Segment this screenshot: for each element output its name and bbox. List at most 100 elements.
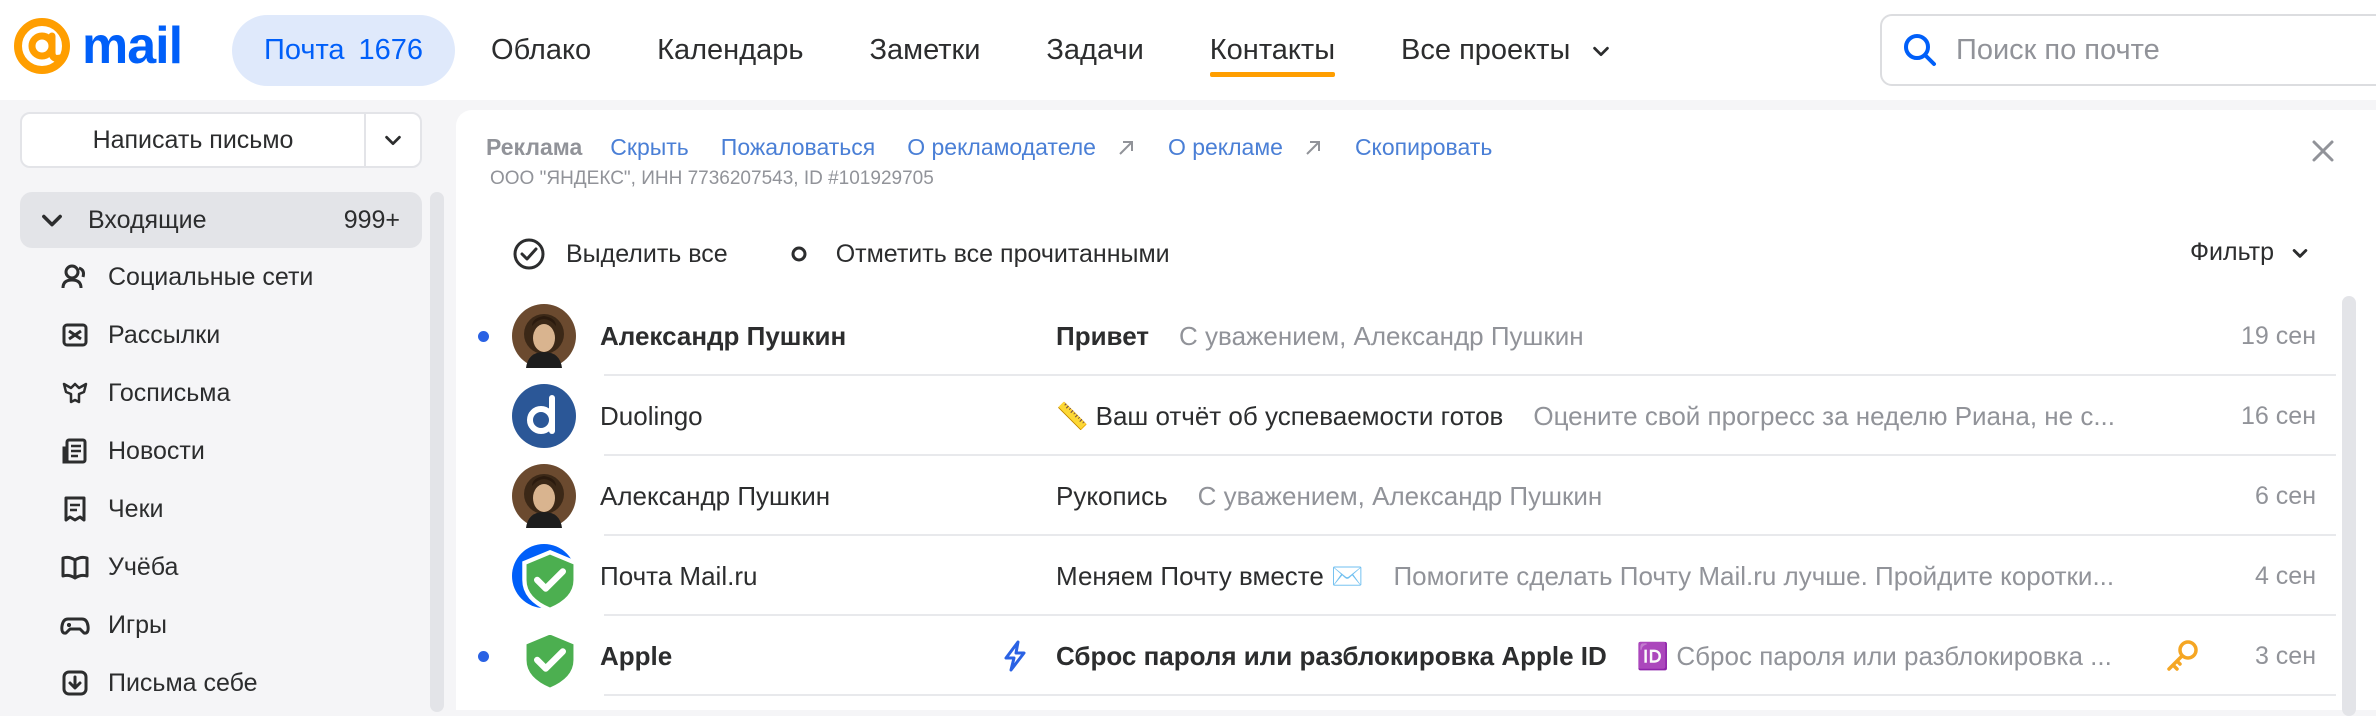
sender-name: Apple bbox=[600, 640, 673, 671]
sender-name: Почта Mail.ru bbox=[600, 560, 758, 591]
unread-indicator[interactable] bbox=[478, 330, 489, 342]
verified-shield-icon bbox=[522, 629, 578, 692]
folder-news[interactable]: Новости bbox=[20, 422, 422, 480]
select-all-label: Выделить все bbox=[566, 239, 728, 268]
pushkin-portrait-icon bbox=[512, 304, 576, 368]
ad-about-advertiser-link[interactable]: О рекламодателе bbox=[907, 134, 1136, 161]
top-header: mail Почта 1676 Облако Календарь Заметки … bbox=[0, 0, 2376, 100]
message-row[interactable]: Duolingo 📏 Ваш отчёт об успеваемости гот… bbox=[456, 376, 2336, 456]
chevron-down-icon bbox=[385, 135, 401, 146]
external-arrow-icon bbox=[1119, 140, 1133, 155]
message-row[interactable]: Александр Пушкин Рукопись С уважением, А… bbox=[456, 456, 2336, 536]
top-nav: Почта 1676 Облако Календарь Заметки Задач… bbox=[232, 14, 1678, 86]
folder-label: Чеки bbox=[108, 494, 164, 523]
folder-label: Новости bbox=[108, 436, 205, 465]
ad-about-advertiser-label: О рекламодателе bbox=[907, 134, 1096, 160]
folder-games[interactable]: Игры bbox=[20, 596, 422, 654]
message-snippet: 🆔 Сброс пароля или разблокировка ... bbox=[1636, 640, 2112, 671]
gamepad-icon bbox=[60, 617, 90, 635]
message-snippet: С уважением, Александр Пушкин bbox=[1197, 480, 1603, 511]
folder-self[interactable]: Письма себе bbox=[20, 654, 422, 712]
nav-calendar[interactable]: Календарь bbox=[657, 34, 803, 67]
list-toolbar: Выделить все Отметить все прочитанными bbox=[512, 234, 1224, 274]
sidebar-scrollbar[interactable] bbox=[430, 192, 444, 712]
filter-label: Фильтр bbox=[2190, 238, 2274, 266]
key-icon bbox=[2167, 640, 2198, 671]
message-preview: Рукопись С уважением, Александр Пушкин bbox=[1056, 481, 2176, 512]
newsletter-icon bbox=[62, 323, 88, 347]
filter-button[interactable]: Фильтр bbox=[2190, 238, 2310, 267]
close-icon[interactable] bbox=[2310, 138, 2336, 164]
pushkin-portrait-icon bbox=[512, 464, 576, 528]
nav-all-projects[interactable]: Все проекты bbox=[1401, 34, 1612, 67]
download-box-icon bbox=[62, 670, 88, 696]
eagle-icon bbox=[62, 382, 88, 404]
folder-social[interactable]: Социальные сети bbox=[20, 248, 422, 306]
message-date: 16 сен bbox=[2241, 401, 2316, 430]
compose-dropdown-button[interactable] bbox=[364, 114, 420, 166]
receipt-icon bbox=[64, 496, 86, 522]
unread-indicator[interactable] bbox=[478, 650, 489, 662]
chevron-down-icon bbox=[2292, 248, 2308, 258]
compose-button[interactable]: Написать письмо bbox=[22, 114, 364, 166]
ad-complain-link[interactable]: Пожаловаться bbox=[721, 134, 875, 161]
ad-bar: Реклама Скрыть Пожаловаться О рекламодат… bbox=[486, 134, 1524, 161]
folder-label: Письма себе bbox=[108, 668, 258, 697]
logo-text: mail bbox=[82, 17, 183, 75]
folder-education[interactable]: Учёба bbox=[20, 538, 422, 596]
search-input[interactable] bbox=[1956, 33, 2356, 67]
message-date: 4 сен bbox=[2254, 561, 2316, 590]
message-row[interactable]: Александр Пушкин Привет С уважением, Але… bbox=[456, 296, 2336, 376]
nav-mail-label: Почта bbox=[264, 33, 345, 66]
list-scrollbar[interactable] bbox=[2342, 296, 2356, 716]
sender-name: Александр Пушкин bbox=[600, 480, 831, 511]
message-snippet: Помогите сделать Почту Mail.ru лучше. Пр… bbox=[1393, 560, 2115, 591]
read-dot-icon bbox=[791, 246, 807, 262]
folder-label: Социальные сети bbox=[108, 262, 314, 291]
chevron-down-icon[interactable] bbox=[38, 206, 66, 234]
lightning-icon bbox=[1004, 640, 1026, 672]
avatar bbox=[512, 624, 578, 692]
message-preview: 📏 Ваш отчёт об успеваемости готов Оценит… bbox=[1056, 401, 2176, 432]
mail-logo[interactable]: mail bbox=[10, 16, 183, 76]
verified-shield-icon bbox=[522, 549, 578, 612]
ad-copy-link[interactable]: Скопировать bbox=[1355, 134, 1492, 161]
ad-hide-link[interactable]: Скрыть bbox=[610, 134, 689, 161]
nav-mail[interactable]: Почта 1676 bbox=[232, 14, 456, 86]
chevron-down-icon bbox=[1593, 46, 1610, 56]
select-all-button[interactable]: Выделить все bbox=[512, 237, 728, 271]
nav-all-projects-label: Все проекты bbox=[1401, 33, 1571, 66]
nav-contacts[interactable]: Контакты bbox=[1209, 34, 1336, 77]
folder-inbox[interactable]: Входящие 999+ bbox=[20, 192, 422, 248]
external-arrow-icon bbox=[1306, 140, 1320, 155]
ad-about-ads-link[interactable]: О рекламе bbox=[1168, 134, 1323, 161]
compose-control: Написать письмо bbox=[20, 112, 422, 168]
message-list: Александр Пушкин Привет С уважением, Але… bbox=[456, 296, 2336, 696]
folder-label: Госписьма bbox=[108, 378, 231, 407]
sender-name: Александр Пушкин bbox=[600, 320, 847, 351]
mark-all-read-button[interactable]: Отметить все прочитанными bbox=[782, 237, 1170, 271]
message-row[interactable]: Apple Сброс пароля или разблокировка App… bbox=[456, 616, 2336, 696]
folder-gov[interactable]: Госписьма bbox=[20, 364, 422, 422]
search-box[interactable] bbox=[1880, 14, 2376, 86]
nav-cloud[interactable]: Облако bbox=[491, 34, 591, 67]
folder-receipts[interactable]: Чеки bbox=[20, 480, 422, 538]
message-pane: Реклама Скрыть Пожаловаться О рекламодат… bbox=[456, 110, 2376, 716]
nav-notes[interactable]: Заметки bbox=[869, 34, 980, 67]
avatar bbox=[512, 304, 576, 368]
message-date: 19 сен bbox=[2241, 321, 2316, 350]
avatar bbox=[512, 384, 576, 448]
check-circle-icon bbox=[513, 238, 545, 270]
nav-tasks[interactable]: Задачи bbox=[1046, 34, 1143, 67]
folder-newsletters[interactable]: Рассылки bbox=[20, 306, 422, 364]
folder-label: Учёба bbox=[108, 552, 179, 581]
message-subject: Привет bbox=[1056, 320, 1150, 351]
nav-mail-count: 1676 bbox=[358, 33, 424, 66]
message-row[interactable]: Почта Mail.ru Меняем Почту вместе ✉️ Пом… bbox=[456, 536, 2336, 616]
message-preview: Сброс пароля или разблокировка Apple ID … bbox=[1056, 641, 2176, 672]
message-subject: Рукопись bbox=[1056, 480, 1168, 511]
message-date: 6 сен bbox=[2254, 481, 2316, 510]
folder-inbox-count: 999+ bbox=[343, 205, 400, 234]
book-icon bbox=[61, 555, 89, 580]
message-preview: Привет С уважением, Александр Пушкин bbox=[1056, 321, 2176, 352]
